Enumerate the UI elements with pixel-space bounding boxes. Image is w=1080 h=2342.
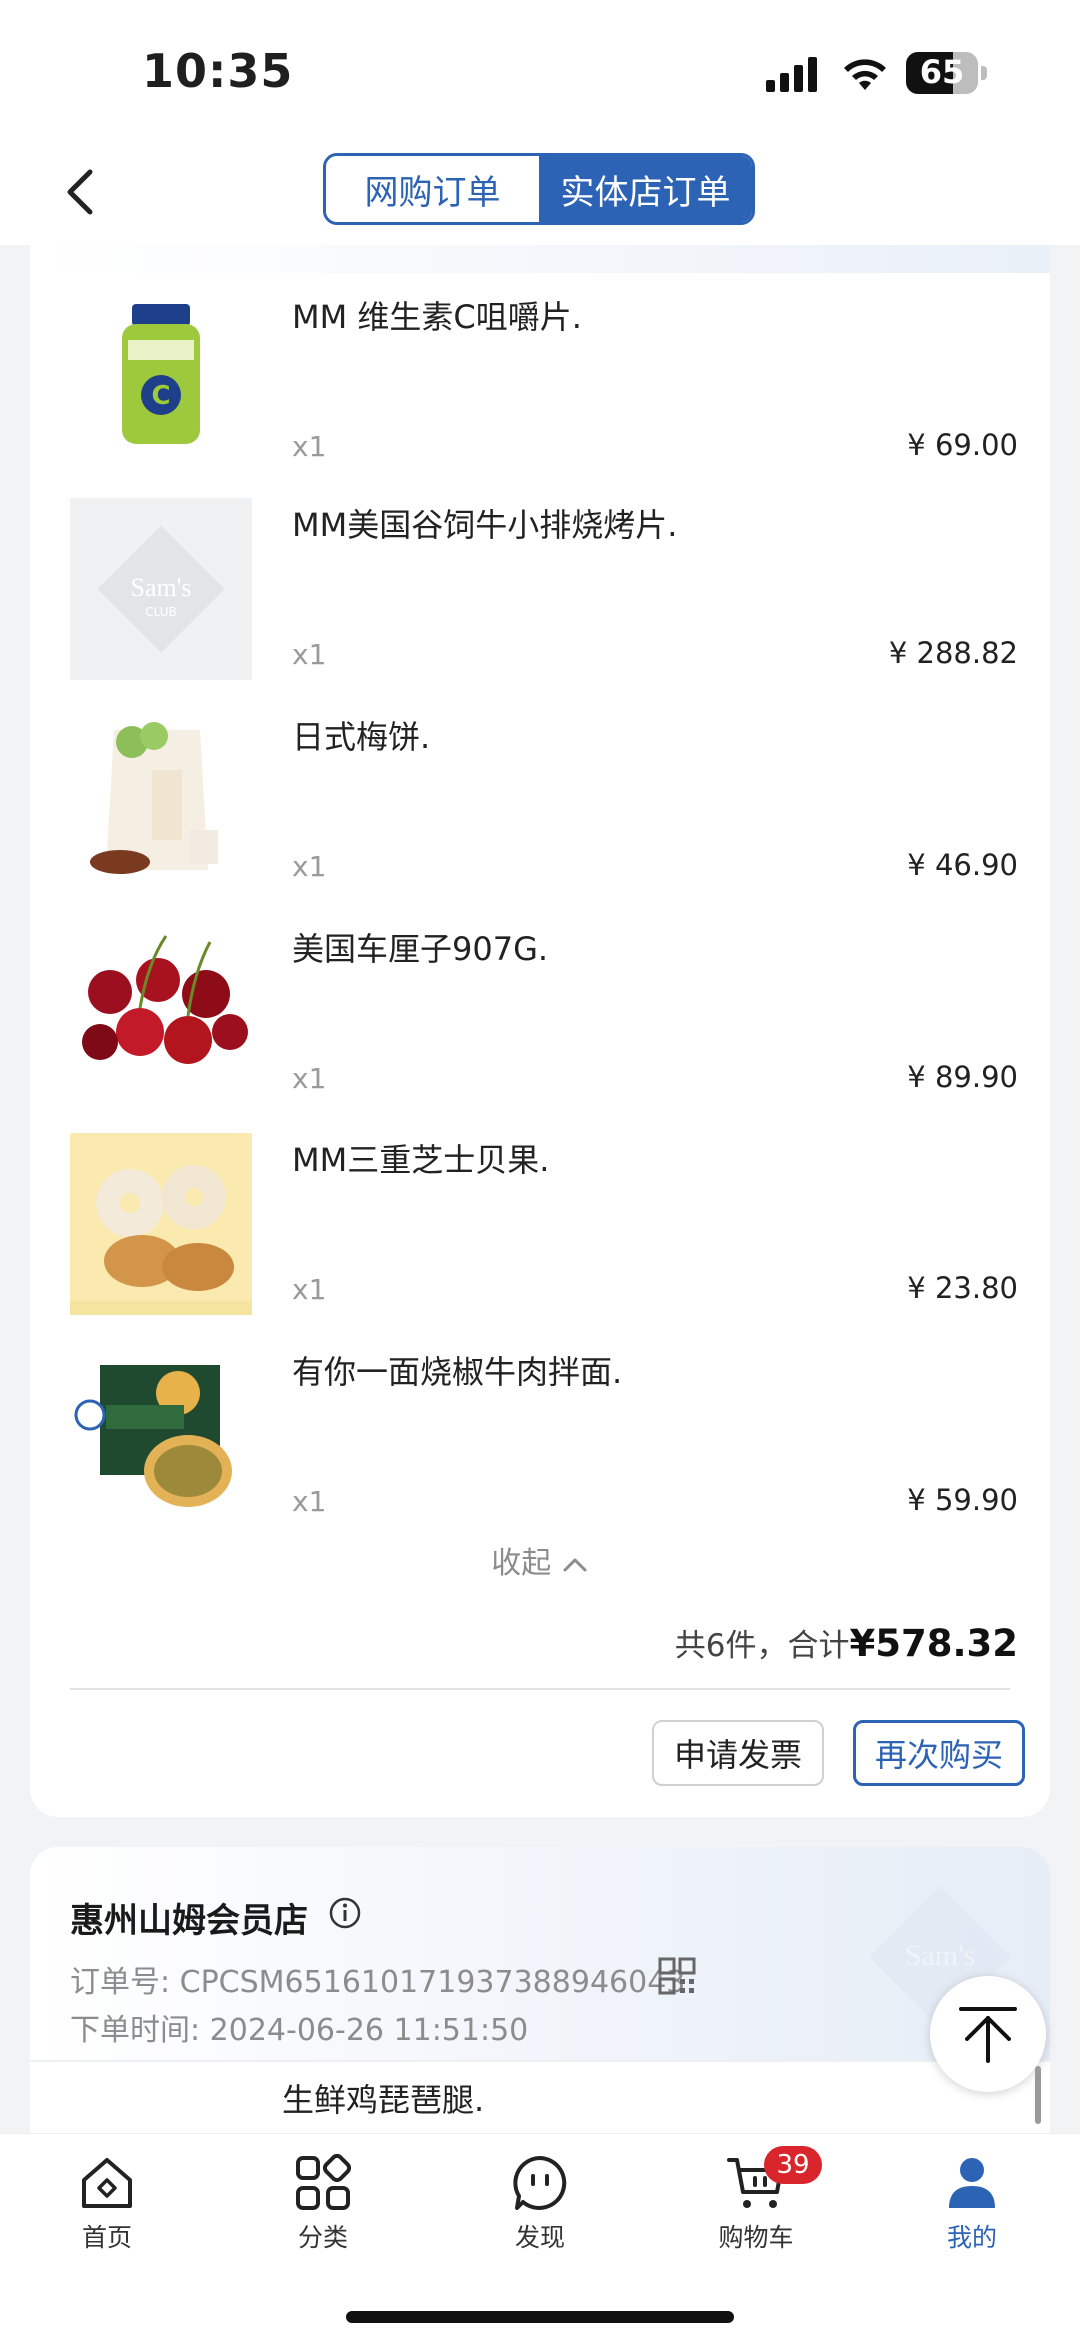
- order-summary: 共6件，合计¥578.32: [675, 1620, 1018, 1665]
- list-item[interactable]: MM三重芝士贝果. x1 ¥ 23.80: [40, 1133, 1018, 1323]
- back-to-top-button[interactable]: [930, 1976, 1046, 2092]
- item-quantity: x1: [292, 430, 327, 463]
- svg-text:C: C: [151, 381, 170, 411]
- wifi-icon: [844, 59, 886, 90]
- cart-badge: 39: [764, 2146, 822, 2184]
- item-price: ¥ 59.90: [907, 1483, 1018, 1517]
- product-image: [70, 1345, 252, 1527]
- tab-store-orders[interactable]: 实体店订单: [539, 156, 752, 222]
- chevron-up-icon: [563, 1558, 587, 1571]
- item-name: 日式梅饼.: [292, 718, 431, 756]
- status-time: 10:35: [142, 44, 294, 98]
- tab-label: 分类: [297, 2223, 348, 2252]
- list-item[interactable]: 美国车厘子907G. x1 ¥ 89.90: [40, 922, 1018, 1112]
- summary-count: 共6件，合计: [674, 1628, 850, 1664]
- item-price: ¥ 23.80: [907, 1271, 1018, 1305]
- tab-discover[interactable]: 发现: [470, 2152, 610, 2254]
- home-icon: [82, 2158, 132, 2208]
- product-image: C: [70, 290, 252, 472]
- tab-label: 我的: [946, 2223, 997, 2252]
- item-quantity: x1: [292, 638, 327, 671]
- product-image: [70, 1133, 252, 1315]
- category-icon: [296, 2153, 352, 2210]
- collapse-toggle[interactable]: 收起: [0, 1538, 1080, 1582]
- order-number: 订单号: CPCSM6516101719373889460​43: [70, 1965, 686, 2000]
- order-total: ¥578.32: [849, 1622, 1018, 1665]
- list-item[interactable]: Sam's CLUB MM美国谷饲牛小排烧烤片. x1 ¥ 288.82: [40, 498, 1018, 688]
- divider: [30, 2060, 1050, 2062]
- item-quantity: x1: [292, 850, 327, 883]
- tab-category[interactable]: 分类: [253, 2152, 393, 2254]
- list-item[interactable]: C MM 维生素C咀嚼片. x1 ¥ 69.00: [40, 290, 1018, 480]
- item-name: 美国车厘子907G.: [292, 930, 549, 968]
- item-price: ¥ 69.00: [907, 428, 1018, 462]
- sams-club-placeholder-image: Sam's CLUB: [70, 498, 252, 680]
- product-image: [70, 710, 252, 892]
- tab-label: 首页: [81, 2223, 132, 2252]
- svg-text:CLUB: CLUB: [145, 605, 176, 619]
- tab-home[interactable]: 首页: [37, 2152, 177, 2254]
- scrollbar[interactable]: [1035, 2066, 1041, 2124]
- item-name: MM美国谷饲牛小排烧烤片.: [292, 506, 678, 544]
- battery-level: 65: [919, 53, 965, 91]
- card-header-fade: [30, 245, 1050, 273]
- tab-label: 购物车: [718, 2223, 794, 2252]
- tab-online-orders[interactable]: 网购订单: [326, 156, 539, 222]
- svg-text:Sam's: Sam's: [130, 573, 191, 602]
- qr-code-icon[interactable]: [658, 1957, 696, 1995]
- order-time: 下单时间: 2024-06-26 11:51:50: [70, 2013, 529, 2048]
- item-name: MM 维生素C咀嚼片.: [292, 298, 582, 336]
- tab-profile[interactable]: 我的: [902, 2152, 1042, 2254]
- tab-cart[interactable]: 购物车 39: [686, 2146, 826, 2254]
- item-quantity: x1: [292, 1062, 327, 1095]
- back-arrow-icon[interactable]: [52, 162, 112, 222]
- item-name: 生鲜鸡琵琶腿.: [282, 2081, 485, 2119]
- order-type-tabs: 网购订单 实体店订单: [323, 153, 755, 225]
- collapse-label: 收起: [491, 1546, 552, 1581]
- item-quantity: x1: [292, 1485, 327, 1518]
- cellular-signal-icon: [766, 57, 817, 92]
- discover-icon: [513, 2156, 567, 2210]
- item-price: ¥ 46.90: [907, 848, 1018, 882]
- info-icon[interactable]: [328, 1896, 362, 1930]
- list-item[interactable]: 日式梅饼. x1 ¥ 46.90: [40, 710, 1018, 900]
- arrow-up-icon: [959, 2007, 1017, 2063]
- divider: [70, 1688, 1010, 1690]
- item-name: 有你一面烧椒牛肉拌面.: [292, 1353, 623, 1391]
- buy-again-button[interactable]: 再次购买: [853, 1720, 1025, 1786]
- request-invoice-button[interactable]: 申请发票: [652, 1720, 824, 1786]
- battery-icon: 65: [906, 52, 987, 94]
- item-price: ¥ 89.90: [907, 1060, 1018, 1094]
- svg-text:Sam's: Sam's: [905, 1939, 975, 1972]
- profile-icon: [949, 2158, 995, 2208]
- item-quantity: x1: [292, 1273, 327, 1306]
- status-bar: 10:35 65: [0, 0, 1080, 140]
- list-item[interactable]: 有你一面烧椒牛肉拌面. x1 ¥ 59.90: [40, 1345, 1018, 1535]
- store-name: 惠州山姆会员店: [70, 1901, 308, 1941]
- product-image: [70, 922, 252, 1104]
- item-name: MM三重芝士贝果.: [292, 1141, 550, 1179]
- home-indicator: [346, 2311, 734, 2323]
- item-price: ¥ 288.82: [888, 636, 1018, 670]
- tab-label: 发现: [514, 2223, 565, 2252]
- header: 网购订单 实体店订单: [0, 140, 1080, 245]
